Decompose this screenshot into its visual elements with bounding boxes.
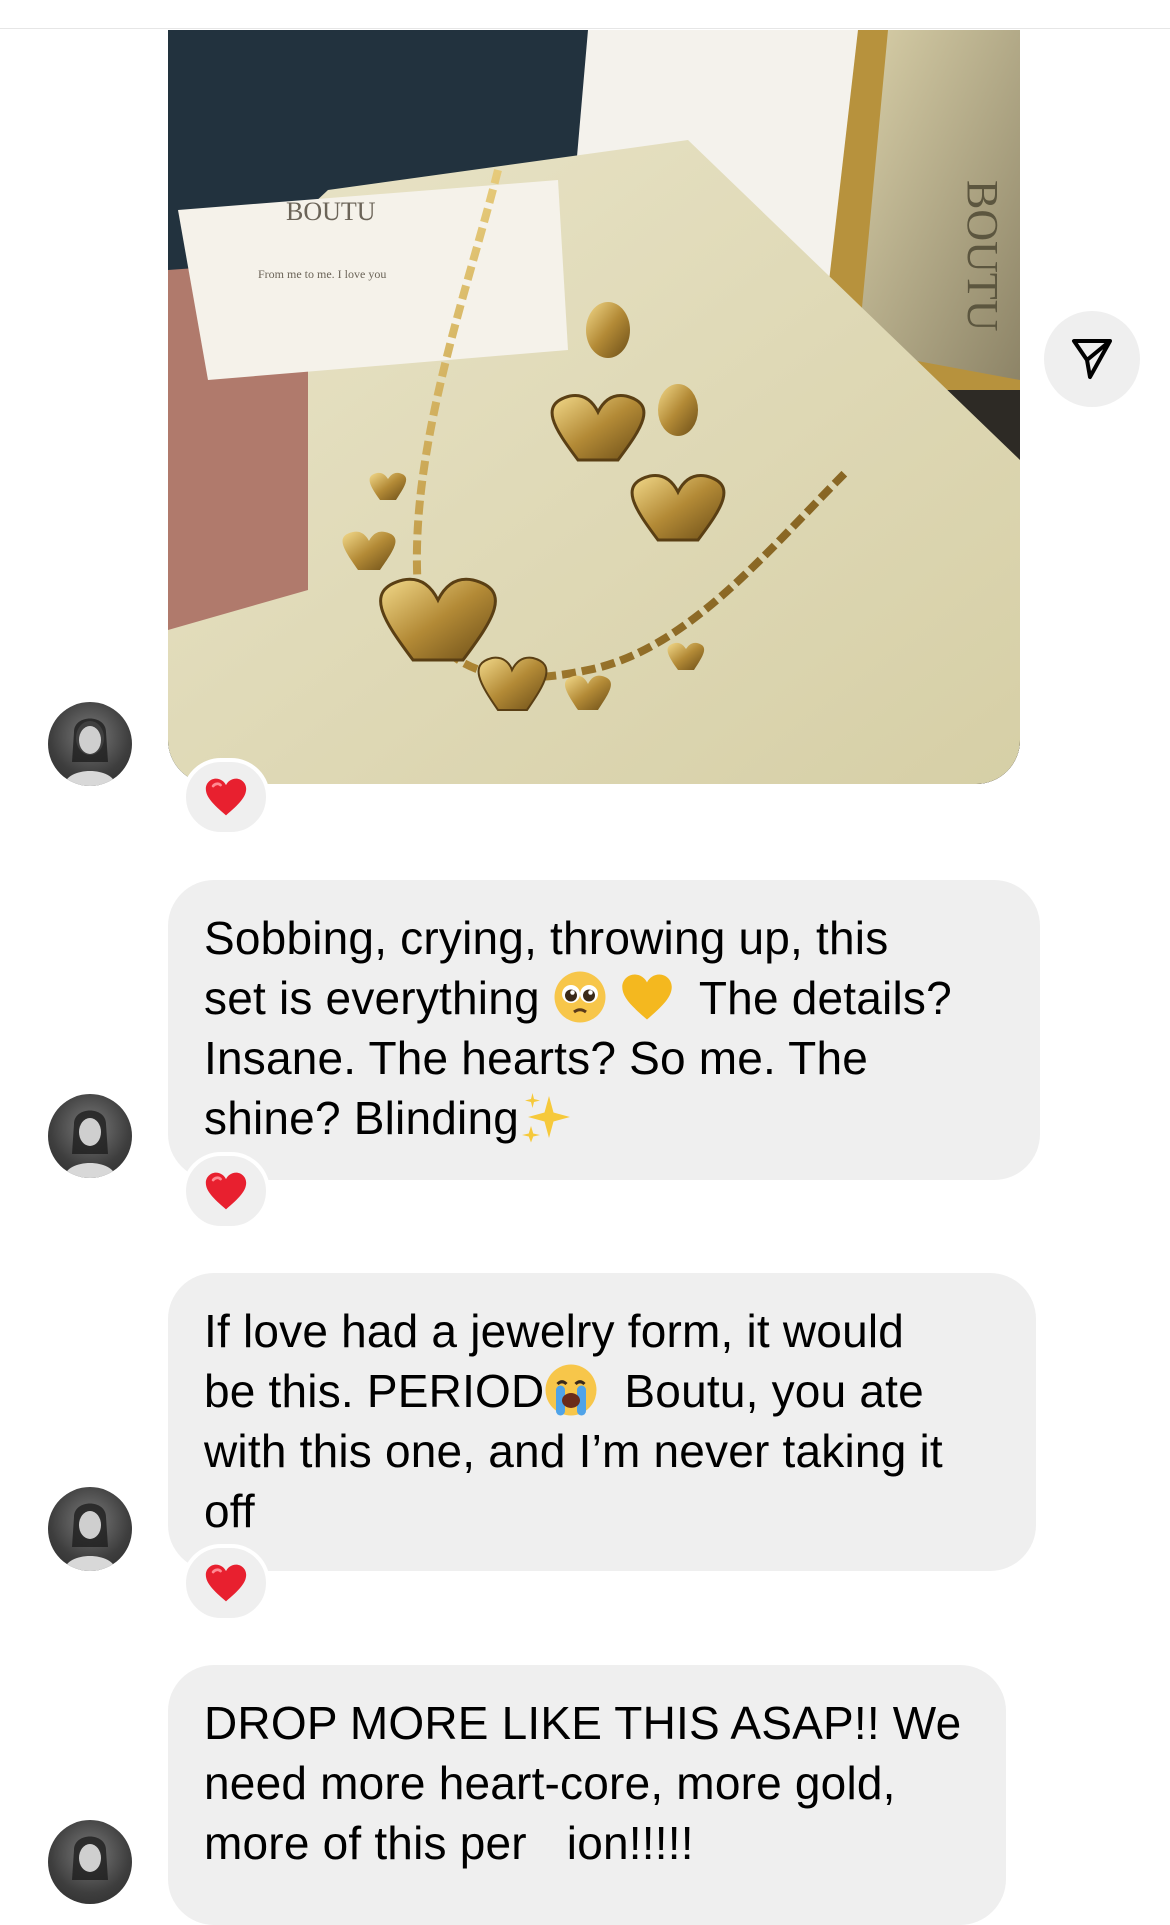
avatar-image xyxy=(64,1110,116,1178)
heart-reaction[interactable] xyxy=(182,1544,270,1622)
share-button[interactable] xyxy=(1044,311,1140,407)
sender-avatar[interactable] xyxy=(48,702,132,786)
pleading-face-icon xyxy=(554,971,606,1023)
red-heart-icon xyxy=(205,1564,247,1602)
yellow-heart-icon xyxy=(622,974,672,1020)
message-text-continued: ion!!!!! xyxy=(566,1817,694,1869)
top-divider xyxy=(0,28,1170,29)
sender-avatar[interactable] xyxy=(48,1094,132,1178)
avatar-image xyxy=(64,718,116,786)
avatar-image xyxy=(72,1836,108,1880)
send-icon xyxy=(1072,339,1112,379)
red-heart-icon xyxy=(205,778,247,816)
sender-avatar[interactable] xyxy=(48,1820,132,1904)
message-bubble[interactable]: If love had a jewelry form, it would be … xyxy=(168,1273,1036,1571)
card-message-text: From me to me. I love you xyxy=(258,267,386,281)
loudly-crying-face-icon xyxy=(545,1364,597,1416)
message-text-spacer xyxy=(607,972,620,1024)
jewelry-photo-illustration: BOUTU BOUTU From me to me. I love you xyxy=(168,30,1020,784)
message-bubble[interactable]: DROP MORE LIKE THIS ASAP!! We need more … xyxy=(168,1665,1006,1925)
sparkles-icon xyxy=(522,1093,571,1143)
red-heart-icon xyxy=(205,1172,247,1210)
heart-reaction[interactable] xyxy=(182,758,270,836)
card-brand-text: BOUTU xyxy=(286,197,376,226)
sender-avatar[interactable] xyxy=(48,1487,132,1571)
message-bubble[interactable]: Sobbing, crying, throwing up, this set i… xyxy=(168,880,1040,1180)
heart-reaction[interactable] xyxy=(182,1152,270,1230)
avatar-image xyxy=(64,1503,116,1571)
pouch-brand-text: BOUTU xyxy=(958,180,1007,332)
shared-photo[interactable]: BOUTU BOUTU From me to me. I love you xyxy=(168,30,1020,784)
